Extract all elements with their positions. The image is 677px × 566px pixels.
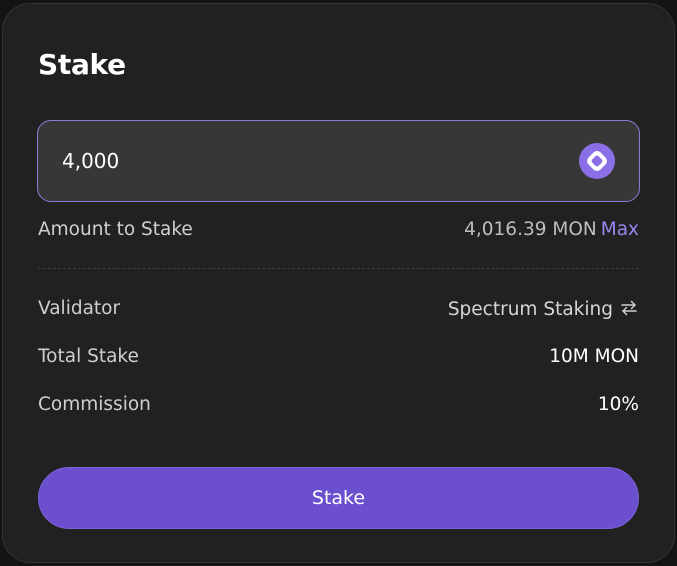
balance-info: 4,016.39 MON Max (464, 219, 639, 240)
amount-field[interactable] (37, 120, 640, 202)
total-stake-row: Total Stake 10M MON (38, 346, 639, 372)
commission-label: Commission (38, 394, 151, 415)
validator-row: Validator Spectrum Staking (38, 298, 639, 324)
max-button[interactable]: Max (601, 219, 639, 240)
amount-info-row: Amount to Stake 4,016.39 MON Max (38, 219, 639, 245)
validator-selector[interactable]: Spectrum Staking (448, 298, 639, 323)
dashed-divider (38, 268, 639, 269)
stake-card: Stake Amount to Stake 4,016.39 MONMax Va… (2, 3, 675, 563)
commission-row: Commission 10% (38, 394, 639, 420)
validator-name[interactable]: Spectrum Staking (448, 299, 613, 320)
mon-token-icon (579, 143, 615, 179)
total-stake-label: Total Stake (38, 346, 139, 367)
amount-input[interactable] (62, 121, 542, 200)
amount-label: Amount to Stake (38, 219, 193, 240)
total-stake-value: 10M MON (549, 346, 639, 367)
swap-arrows-icon[interactable] (619, 298, 639, 323)
card-title: Stake (38, 48, 126, 81)
available-balance: 4,016.39 MON (464, 219, 597, 240)
commission-value: 10% (597, 394, 639, 415)
stake-button[interactable]: Stake (38, 467, 639, 529)
validator-label: Validator (38, 298, 121, 319)
